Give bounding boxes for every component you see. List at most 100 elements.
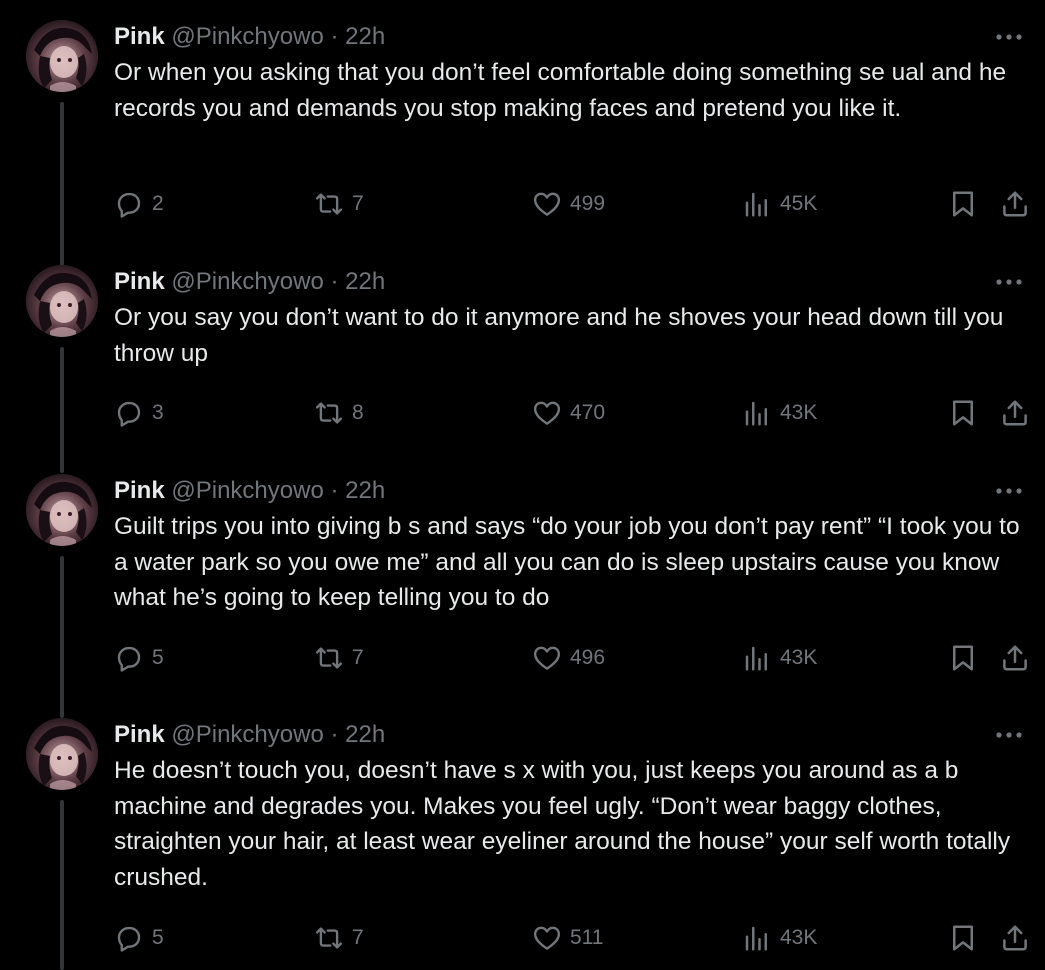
views-icon [745, 646, 767, 671]
user-handle[interactable]: @Pinkchyowo [171, 23, 323, 50]
tweet-text: Or you say you don’t want to do it anymo… [114, 304, 1004, 367]
reply-icon [117, 926, 141, 952]
retweet-button[interactable]: 8 [314, 393, 364, 433]
bookmark-button[interactable] [948, 918, 978, 958]
reply-count: 3 [152, 401, 164, 424]
more-icon [996, 488, 1022, 494]
share-icon [1003, 925, 1027, 951]
action-bar: 3 8 470 43K [114, 393, 1034, 433]
user-handle[interactable]: @Pinkchyowo [171, 477, 323, 504]
reply-button[interactable]: 5 [114, 918, 164, 958]
share-button[interactable] [1000, 638, 1030, 678]
bookmark-icon [953, 191, 973, 217]
heart-icon [533, 646, 561, 670]
retweet-button[interactable]: 7 [314, 184, 364, 224]
bookmark-button[interactable] [948, 393, 978, 433]
like-button[interactable]: 470 [532, 393, 605, 433]
tweet-text: Or when you asking that you don’t feel c… [114, 59, 1007, 122]
retweet-icon [315, 402, 343, 424]
avatar-column [26, 20, 98, 92]
avatar[interactable] [26, 20, 98, 92]
avatar[interactable] [26, 474, 98, 546]
bookmark-button[interactable] [948, 638, 978, 678]
thread-line [60, 556, 64, 718]
like-count: 499 [570, 192, 606, 215]
share-button[interactable] [1000, 918, 1030, 958]
display-name[interactable]: Pink [114, 721, 165, 748]
action-bar: 5 7 511 43K [114, 918, 1034, 958]
retweet-icon [315, 647, 343, 669]
views-count: 43K [780, 401, 818, 424]
bookmark-icon [953, 645, 973, 671]
tweet-text: Guilt trips you into giving b s and says… [114, 513, 1020, 611]
retweet-button[interactable]: 7 [314, 638, 364, 678]
views-button[interactable]: 43K [742, 638, 817, 678]
thread: Pink @Pinkchyowo · 22h Or when you askin… [0, 0, 1045, 970]
tweet-content: Pink @Pinkchyowo · 22h Or when you askin… [114, 20, 1029, 126]
more-button[interactable] [989, 20, 1029, 54]
tweet-content: Pink @Pinkchyowo · 22h Guilt trips you i… [114, 474, 1029, 616]
views-button[interactable]: 43K [742, 393, 817, 433]
tweet-text: He doesn’t touch you, doesn’t have s x w… [114, 757, 1011, 891]
tweet-content: Pink @Pinkchyowo · 22h Or you say you do… [114, 265, 1029, 371]
tweet-header: Pink @Pinkchyowo · 22h [114, 718, 1029, 752]
display-name[interactable]: Pink [114, 477, 165, 504]
timestamp[interactable]: 22h [345, 477, 385, 504]
reply-icon [117, 192, 141, 218]
retweet-count: 7 [352, 646, 364, 669]
heart-icon [533, 926, 561, 950]
like-count: 496 [570, 646, 606, 669]
timestamp[interactable]: 22h [345, 268, 385, 295]
like-count: 511 [570, 926, 604, 949]
avatar[interactable] [26, 718, 98, 790]
separator-dot: · [330, 477, 339, 504]
share-icon [1003, 400, 1027, 426]
tweet-content: Pink @Pinkchyowo · 22h He doesn’t touch … [114, 718, 1029, 895]
reply-button[interactable]: 3 [114, 393, 164, 433]
thread-line [60, 347, 64, 473]
user-handle[interactable]: @Pinkchyowo [171, 268, 323, 295]
more-icon [996, 279, 1022, 285]
like-button[interactable]: 496 [532, 638, 605, 678]
user-handle[interactable]: @Pinkchyowo [171, 721, 323, 748]
views-count: 43K [780, 926, 818, 949]
like-button[interactable]: 511 [532, 918, 603, 958]
retweet-icon [315, 927, 343, 949]
retweet-count: 7 [352, 192, 364, 215]
retweet-button[interactable]: 7 [314, 918, 364, 958]
avatar-column [26, 474, 98, 546]
tweet-header: Pink @Pinkchyowo · 22h [114, 474, 1029, 508]
more-button[interactable] [989, 474, 1029, 508]
more-icon [996, 732, 1022, 738]
bookmark-icon [953, 925, 973, 951]
more-button[interactable] [989, 718, 1029, 752]
tweet-header: Pink @Pinkchyowo · 22h [114, 20, 1029, 54]
share-button[interactable] [1000, 184, 1030, 224]
share-button[interactable] [1000, 393, 1030, 433]
tweet-header: Pink @Pinkchyowo · 22h [114, 265, 1029, 299]
more-button[interactable] [989, 265, 1029, 299]
views-button[interactable]: 45K [742, 184, 817, 224]
heart-icon [533, 192, 561, 216]
thread-line [60, 102, 64, 282]
views-button[interactable]: 43K [742, 918, 817, 958]
display-name[interactable]: Pink [114, 268, 165, 295]
reply-icon [117, 646, 141, 672]
avatar-column [26, 265, 98, 337]
reply-button[interactable]: 5 [114, 638, 164, 678]
like-button[interactable]: 499 [532, 184, 605, 224]
thread-line [60, 800, 64, 970]
share-icon [1003, 191, 1027, 217]
display-name[interactable]: Pink [114, 23, 165, 50]
bookmark-icon [953, 400, 973, 426]
retweet-count: 7 [352, 926, 364, 949]
timestamp[interactable]: 22h [345, 721, 385, 748]
action-bar: 5 7 496 43K [114, 638, 1034, 678]
bookmark-button[interactable] [948, 184, 978, 224]
separator-dot: · [330, 268, 339, 295]
reply-icon [117, 401, 141, 427]
views-icon [745, 926, 767, 951]
timestamp[interactable]: 22h [345, 23, 385, 50]
avatar[interactable] [26, 265, 98, 337]
reply-button[interactable]: 2 [114, 184, 164, 224]
